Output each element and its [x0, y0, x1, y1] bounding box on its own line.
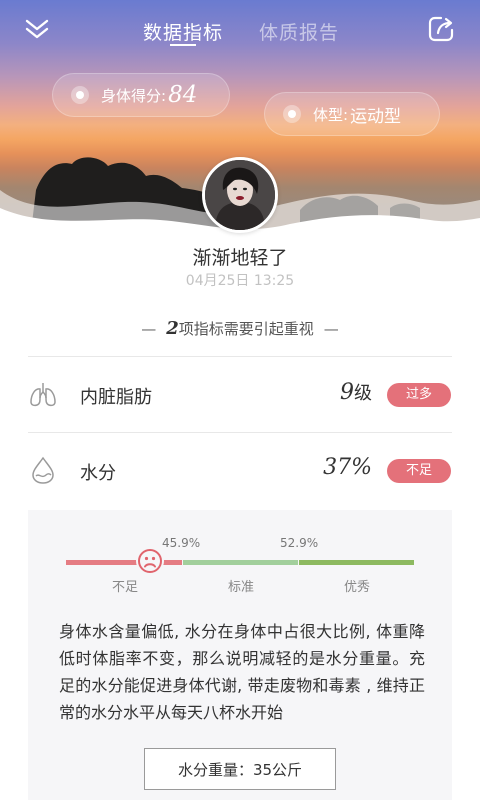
- level-label-excellent: 优秀: [344, 580, 371, 595]
- scale-segment-excellent: [299, 560, 414, 565]
- metric-value: 37%: [323, 455, 372, 480]
- threshold-high: 52.9%: [280, 536, 319, 550]
- tab-constitution-report[interactable]: 体质报告: [259, 18, 339, 45]
- metric-unit: 级: [354, 383, 372, 404]
- metric-row-visceral-fat[interactable]: 内脏脂肪 9级 过多: [0, 357, 480, 433]
- tab-bar: 数据指标 体质报告: [0, 18, 480, 44]
- attention-summary: — 2项指标需要引起重视 —: [0, 318, 480, 339]
- scale-segment-standard: [183, 560, 298, 565]
- scale-segment-low: [66, 560, 182, 565]
- measure-timestamp: 04月25日 13:25: [185, 273, 295, 289]
- radio-dot-icon: [283, 105, 301, 123]
- lungs-icon: [28, 379, 58, 409]
- metric-name: 内脏脂肪: [80, 387, 152, 408]
- body-type-label: 体型:: [313, 105, 349, 124]
- status-badge: 过多: [387, 383, 451, 407]
- attention-count: 2: [166, 318, 179, 339]
- attention-text: 项指标需要引起重视: [178, 320, 314, 338]
- metric-name: 水分: [80, 463, 116, 484]
- user-name: 渐渐地轻了: [192, 247, 288, 269]
- body-type-value: 运动型: [350, 106, 402, 127]
- body-type-pill: 体型: 运动型: [264, 92, 440, 136]
- tab-data-indicators[interactable]: 数据指标: [143, 18, 223, 45]
- water-drop-icon: [28, 455, 58, 485]
- active-tab-indicator: [170, 44, 196, 46]
- summary-dash-right: —: [323, 320, 339, 338]
- metric-number: 37%: [323, 455, 372, 480]
- status-badge: 不足: [387, 459, 451, 483]
- body-score-label: 身体得分:: [101, 86, 167, 105]
- metric-value: 9级: [340, 379, 372, 405]
- level-scale-bar: [66, 547, 414, 575]
- water-description: 身体水含量偏低, 水分在身体中占很大比例, 体重降低时体脂率不变，那么说明减轻的…: [59, 622, 425, 722]
- body-score-pill: 身体得分: 84: [52, 73, 230, 117]
- share-icon[interactable]: [426, 14, 456, 44]
- water-detail-panel: 45.9% 52.9% 不足 标准 优秀 身体水含量偏低, 水分在身体中占很大比…: [28, 510, 452, 800]
- level-label-low: 不足: [112, 580, 139, 595]
- avatar[interactable]: [202, 157, 278, 233]
- level-label-standard: 标准: [228, 580, 255, 595]
- summary-dash-left: —: [141, 320, 157, 338]
- sad-face-icon: [135, 547, 164, 575]
- threshold-low: 45.9%: [162, 536, 201, 550]
- metric-row-water[interactable]: 水分 37% 不足: [0, 433, 480, 509]
- radio-dot-icon: [71, 86, 89, 104]
- water-weight-button[interactable]: 水分重量：35公斤: [144, 748, 336, 790]
- metric-number: 9: [340, 380, 354, 405]
- body-score-value: 84: [168, 82, 198, 108]
